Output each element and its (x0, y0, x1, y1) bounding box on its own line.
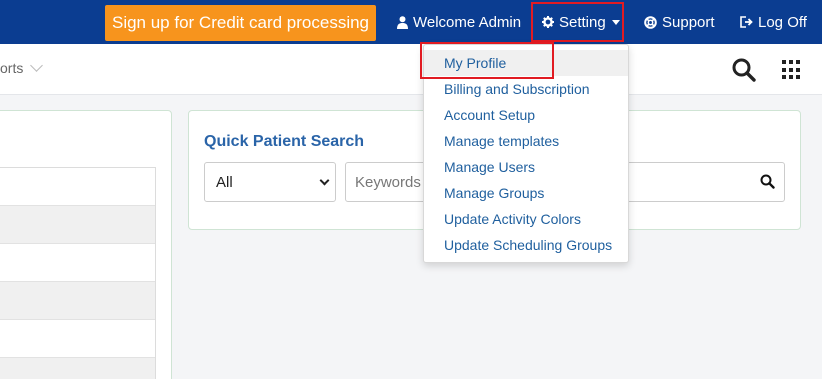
support-link[interactable]: Support (644, 0, 715, 44)
table-row[interactable] (0, 358, 155, 379)
apps-grid-icon[interactable] (782, 60, 802, 80)
chevron-down-icon (30, 59, 44, 72)
secondary-navbar (0, 44, 822, 95)
menu-item-manage-templates[interactable]: Manage templates (424, 128, 628, 154)
menu-item-account-setup[interactable]: Account Setup (424, 102, 628, 128)
menu-item-billing-subscription[interactable]: Billing and Subscription (424, 76, 628, 102)
left-table (0, 167, 156, 379)
menu-item-update-scheduling-groups[interactable]: Update Scheduling Groups (424, 232, 628, 258)
setting-highlight-box (531, 2, 624, 42)
search-filter-value: All (216, 173, 233, 191)
table-row[interactable] (0, 206, 155, 244)
table-row[interactable] (0, 244, 155, 282)
menu-item-manage-groups[interactable]: Manage Groups (424, 180, 628, 206)
search-icon[interactable] (760, 174, 775, 194)
welcome-admin-link[interactable]: Welcome Admin (397, 0, 521, 44)
reports-label: orts (0, 60, 24, 76)
table-row[interactable] (0, 282, 155, 320)
chevron-down-icon (319, 175, 330, 185)
signup-credit-card-button[interactable]: Sign up for Credit card processing (105, 5, 376, 41)
search-filter-select[interactable]: All (204, 162, 336, 202)
logoff-label: Log Off (758, 13, 807, 31)
logout-icon (740, 16, 753, 28)
menu-item-manage-users[interactable]: Manage Users (424, 154, 628, 180)
welcome-admin-label: Welcome Admin (413, 13, 522, 31)
quick-patient-search-title: Quick Patient Search (204, 133, 365, 150)
table-row[interactable] (0, 168, 155, 206)
lifebuoy-icon (644, 15, 657, 29)
table-row[interactable] (0, 320, 155, 358)
search-icon[interactable] (731, 57, 757, 83)
menu-item-update-activity-colors[interactable]: Update Activity Colors (424, 206, 628, 232)
user-icon (397, 15, 408, 29)
reports-menu[interactable]: orts (0, 59, 44, 76)
support-label: Support (662, 13, 715, 31)
my-profile-highlight-box (420, 42, 554, 79)
logoff-link[interactable]: Log Off (740, 0, 807, 44)
